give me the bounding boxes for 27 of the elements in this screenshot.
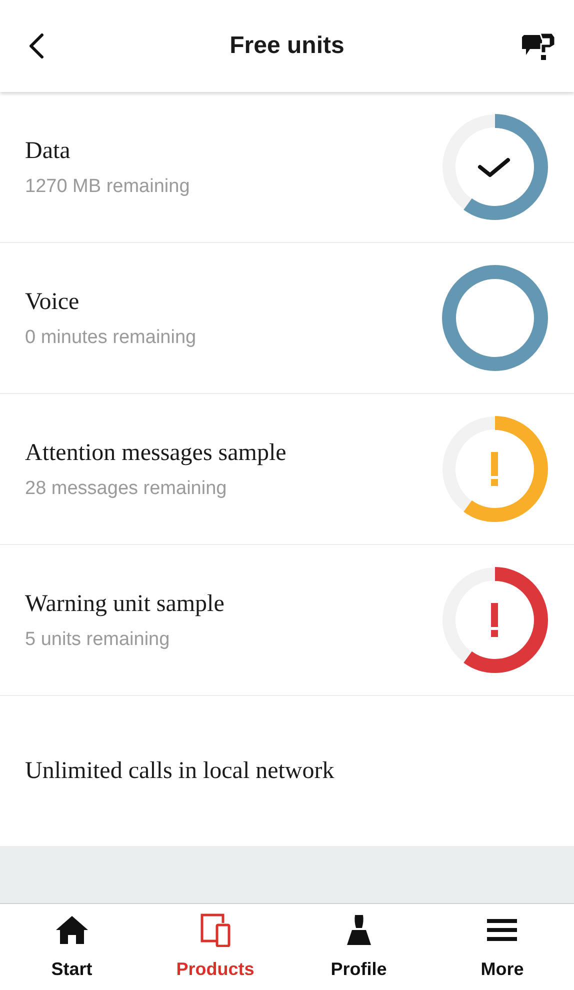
- unit-remaining: 28 messages remaining: [25, 476, 228, 501]
- unit-title: Warning unit sample: [25, 590, 224, 619]
- unit-remaining: 1270 MB remaining: [25, 174, 190, 199]
- unit-title: Data: [25, 136, 72, 166]
- tab[interactable]: Products: [144, 904, 287, 990]
- unit-title: Attention messages sample: [25, 438, 286, 468]
- unit-row[interactable]: Voice 0 minutes remaining: [0, 243, 574, 394]
- person-icon: [346, 914, 372, 946]
- unit-row[interactable]: Attention messages sample 28 messages remaining: [0, 394, 574, 545]
- check-icon: [478, 158, 510, 177]
- unit-title: Voice: [25, 288, 80, 317]
- unit-row[interactable]: Warning unit sample 5 units remaining: [0, 545, 574, 696]
- exclamation-icon: [491, 452, 498, 486]
- unit-remaining: 0 minutes remaining: [25, 326, 196, 350]
- unit-row[interactable]: Data 1270 MB remaining: [0, 92, 574, 243]
- home-icon: [54, 914, 89, 944]
- tab[interactable]: More: [430, 904, 574, 990]
- tab[interactable]: Start: [0, 904, 144, 990]
- devices-icon: [199, 912, 232, 946]
- unit-remaining: 5 units remaining: [25, 628, 171, 652]
- exclamation-icon: [491, 603, 498, 637]
- page-title: Free units: [230, 31, 344, 61]
- tab[interactable]: Profile: [287, 904, 430, 990]
- help-chat-icon: [520, 31, 556, 61]
- unit-title: Unlimited calls in local network: [25, 757, 334, 786]
- back-icon: [28, 33, 44, 59]
- menu-icon: [487, 916, 518, 942]
